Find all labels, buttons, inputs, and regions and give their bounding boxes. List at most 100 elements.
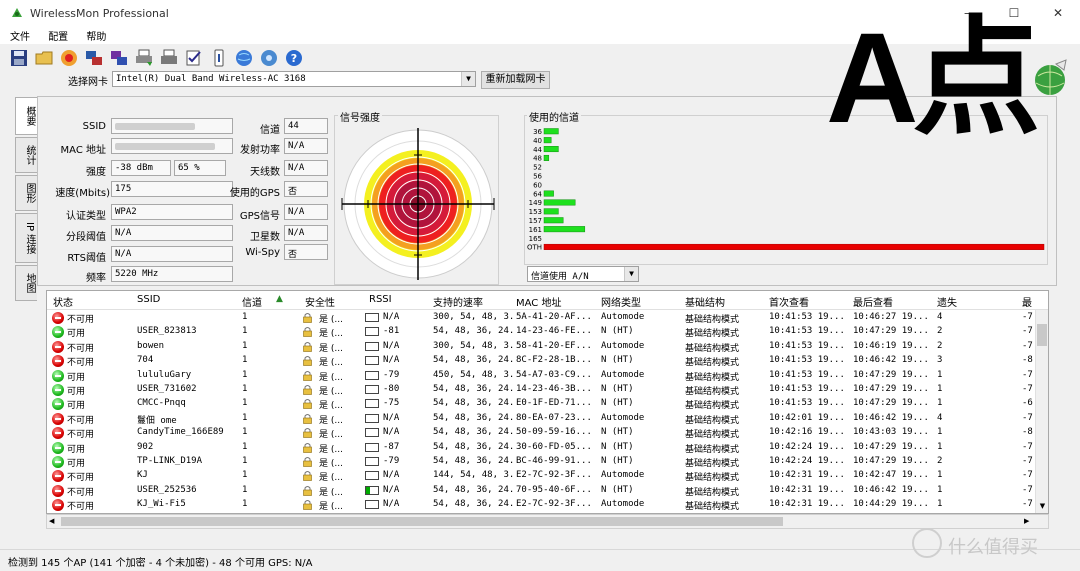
menu-help[interactable]: 帮助 bbox=[76, 26, 111, 43]
status-unavailable-icon bbox=[52, 412, 64, 425]
menu-config[interactable]: 配置 bbox=[38, 26, 73, 43]
cell-type: Automode bbox=[601, 369, 645, 380]
table-row[interactable]: 不可用 CandyTime_166E89 1 是 (... N/A 54, 48, 36,… bbox=[47, 426, 1037, 440]
table-row[interactable]: 可用 CMCC-Pnqq 1 是 (... -75 54, 48, 36, 24...E0… bbox=[47, 397, 1037, 411]
scroll-right-icon[interactable]: ▶ bbox=[1024, 516, 1034, 527]
table-row[interactable]: 可用 lululuGary 1 是 (... -79 450, 54, 48, 3...5… bbox=[47, 369, 1037, 383]
scroll-left-icon[interactable]: ◀ bbox=[49, 516, 59, 527]
app-window: WirelessMon Professional — ☐ ✕ 文件 配置 帮助 … bbox=[0, 0, 1080, 571]
table-row[interactable]: 不可用 bowen 1 是 (... N/A 300, 54, 48, 3...58-41… bbox=[47, 340, 1037, 354]
col-security[interactable]: 安全性 bbox=[305, 294, 335, 309]
col-max[interactable]: 最 bbox=[1022, 294, 1032, 309]
cell-type: Automode bbox=[601, 340, 645, 351]
rssi-meter bbox=[365, 471, 379, 481]
lock-icon bbox=[303, 341, 312, 352]
tab-ip-connection[interactable]: IP 连接 bbox=[15, 213, 37, 263]
col-channel[interactable]: 信道 bbox=[242, 294, 262, 309]
col-first-seen[interactable]: 首次查看 bbox=[769, 294, 809, 309]
table-row[interactable]: 可用 902 1 是 (... -87 54, 48, 36, 24...30-60-FD… bbox=[47, 441, 1037, 455]
cell-first: 10:41:53 19... bbox=[769, 398, 845, 409]
col-rates[interactable]: 支持的速率 bbox=[433, 294, 483, 309]
col-rssi[interactable]: RSSI bbox=[369, 294, 392, 305]
channel-usage-select[interactable]: 信道使用 A/N ▼ bbox=[527, 266, 639, 282]
print-preview-icon[interactable] bbox=[158, 47, 180, 69]
table-row[interactable]: 不可用 KJ_Wi-Fi5 1 是 (... N/A 54, 48, 36, 24...E… bbox=[47, 498, 1037, 512]
col-ssid[interactable]: SSID bbox=[137, 294, 160, 305]
col-lost[interactable]: 遗失 bbox=[937, 294, 957, 309]
col-status[interactable]: 状态 bbox=[53, 294, 73, 309]
lock-icon bbox=[303, 471, 312, 482]
lock-icon bbox=[303, 428, 312, 438]
cell-first: 10:42:01 19... bbox=[769, 412, 845, 423]
globe-icon[interactable] bbox=[233, 47, 255, 69]
scroll-down-icon[interactable]: ▼ bbox=[1036, 502, 1048, 513]
gps-signal-value: N/A bbox=[284, 204, 328, 220]
lock-icon bbox=[303, 313, 312, 323]
cell-rssi: N/A bbox=[383, 312, 400, 322]
cell-status: 不可用 bbox=[67, 430, 95, 441]
network-purple-icon[interactable] bbox=[108, 47, 130, 69]
col-mac[interactable]: MAC 地址 bbox=[516, 294, 561, 309]
printer-icon[interactable] bbox=[133, 47, 155, 69]
cell-ssid: 902 bbox=[137, 441, 154, 452]
cell-mac: 50-09-59-16... bbox=[516, 427, 592, 438]
table-row[interactable]: 不可用 KJ 1 是 (... N/A 144, 54, 48, 3...E2-7C-92… bbox=[47, 469, 1037, 483]
checklist-icon[interactable] bbox=[183, 47, 205, 69]
table-row[interactable]: 不可用 704 1 是 (... N/A 54, 48, 36, 24...8C-F2-2… bbox=[47, 354, 1037, 368]
table-row[interactable]: 不可用 鬘佃 ome 1 是 (... N/A 54, 48, 36, 24...80-E… bbox=[47, 412, 1037, 426]
channel-bar-149 bbox=[543, 199, 576, 206]
status-unavailable-icon bbox=[52, 484, 64, 497]
col-network-type[interactable]: 网络类型 bbox=[601, 294, 641, 309]
cell-first: 10:41:53 19... bbox=[769, 355, 845, 366]
table-row[interactable]: 不可用 USER_252536 1 是 (... N/A 54, 48, 36, 24..… bbox=[47, 484, 1037, 498]
reload-adapter-button[interactable]: 重新加载网卡 bbox=[481, 71, 550, 89]
frag-value: N/A bbox=[111, 225, 233, 241]
table-row[interactable]: 可用 USER_823813 1 是 (... -81 54, 48, 36, 24...… bbox=[47, 325, 1037, 339]
auth-label: 认证类型 bbox=[66, 211, 106, 222]
cell-ssid: KJ_Wi-Fi5 bbox=[137, 499, 186, 510]
table-row[interactable]: 可用 USER_731602 1 是 (... -80 54, 48, 36, 24...… bbox=[47, 383, 1037, 397]
cell-max: -7 bbox=[1022, 369, 1033, 380]
globe-settings-icon[interactable] bbox=[258, 47, 280, 69]
rssi-meter bbox=[365, 313, 379, 322]
cell-infra: 基础结构模式 bbox=[685, 329, 740, 340]
status-unavailable-icon bbox=[52, 312, 64, 324]
adapter-select[interactable]: Intel(R) Dual Band Wireless-AC 3168 ▼ bbox=[112, 71, 476, 87]
col-infrastructure[interactable]: 基础结构 bbox=[685, 294, 725, 309]
cell-ssid: USER_252536 bbox=[137, 484, 197, 495]
horizontal-scroll-thumb[interactable] bbox=[61, 517, 783, 526]
cell-rates: 144, 54, 48, 3... bbox=[433, 470, 513, 481]
vertical-scroll-thumb[interactable] bbox=[1037, 324, 1047, 346]
cell-type: Automode bbox=[601, 312, 645, 322]
vertical-scrollbar[interactable]: ▼ bbox=[1035, 310, 1048, 513]
tab-statistics[interactable]: 统计 bbox=[15, 137, 37, 173]
channel-bar-OTH bbox=[543, 243, 1045, 250]
menu-file[interactable]: 文件 bbox=[0, 26, 35, 43]
table-row[interactable]: 可用 TP-LINK_D19A 1 是 (... -79 54, 48, 36, 24..… bbox=[47, 455, 1037, 469]
tab-map[interactable]: 地图 bbox=[15, 265, 37, 301]
gps-signal-label: GPS信号 bbox=[239, 211, 280, 222]
cell-rates: 450, 54, 48, 3... bbox=[433, 369, 513, 380]
network-icon[interactable] bbox=[83, 47, 105, 69]
info-icon[interactable] bbox=[208, 47, 230, 69]
cell-type: N (HT) bbox=[601, 384, 634, 394]
tab-summary[interactable]: 概要 bbox=[15, 97, 37, 135]
cell-status: 不可用 bbox=[67, 487, 95, 498]
col-last-seen[interactable]: 最后查看 bbox=[853, 294, 893, 309]
tab-graph[interactable]: 图形 bbox=[15, 175, 37, 211]
record-icon[interactable] bbox=[58, 47, 80, 69]
table-row[interactable]: 不可用 1 是 (... N/A 300, 54, 48, 3...5A-41-20-A… bbox=[47, 311, 1037, 325]
cell-lost: 2 bbox=[937, 326, 943, 337]
cell-ssid: TP-LINK_D19A bbox=[137, 456, 203, 466]
cell-first: 10:42:24 19... bbox=[769, 456, 845, 466]
open-folder-icon[interactable] bbox=[33, 47, 55, 69]
help-icon[interactable]: ? bbox=[283, 47, 305, 69]
channel-bar-161 bbox=[543, 226, 586, 233]
rssi-meter bbox=[365, 442, 379, 452]
save-icon[interactable] bbox=[8, 47, 30, 69]
channel-bar-36 bbox=[543, 128, 559, 135]
close-button[interactable]: ✕ bbox=[1036, 0, 1080, 26]
cell-sec: 是 (... bbox=[319, 315, 343, 325]
horizontal-scrollbar[interactable]: ◀ ▶ bbox=[46, 514, 1049, 529]
channel-label-60: 60 bbox=[533, 181, 542, 189]
